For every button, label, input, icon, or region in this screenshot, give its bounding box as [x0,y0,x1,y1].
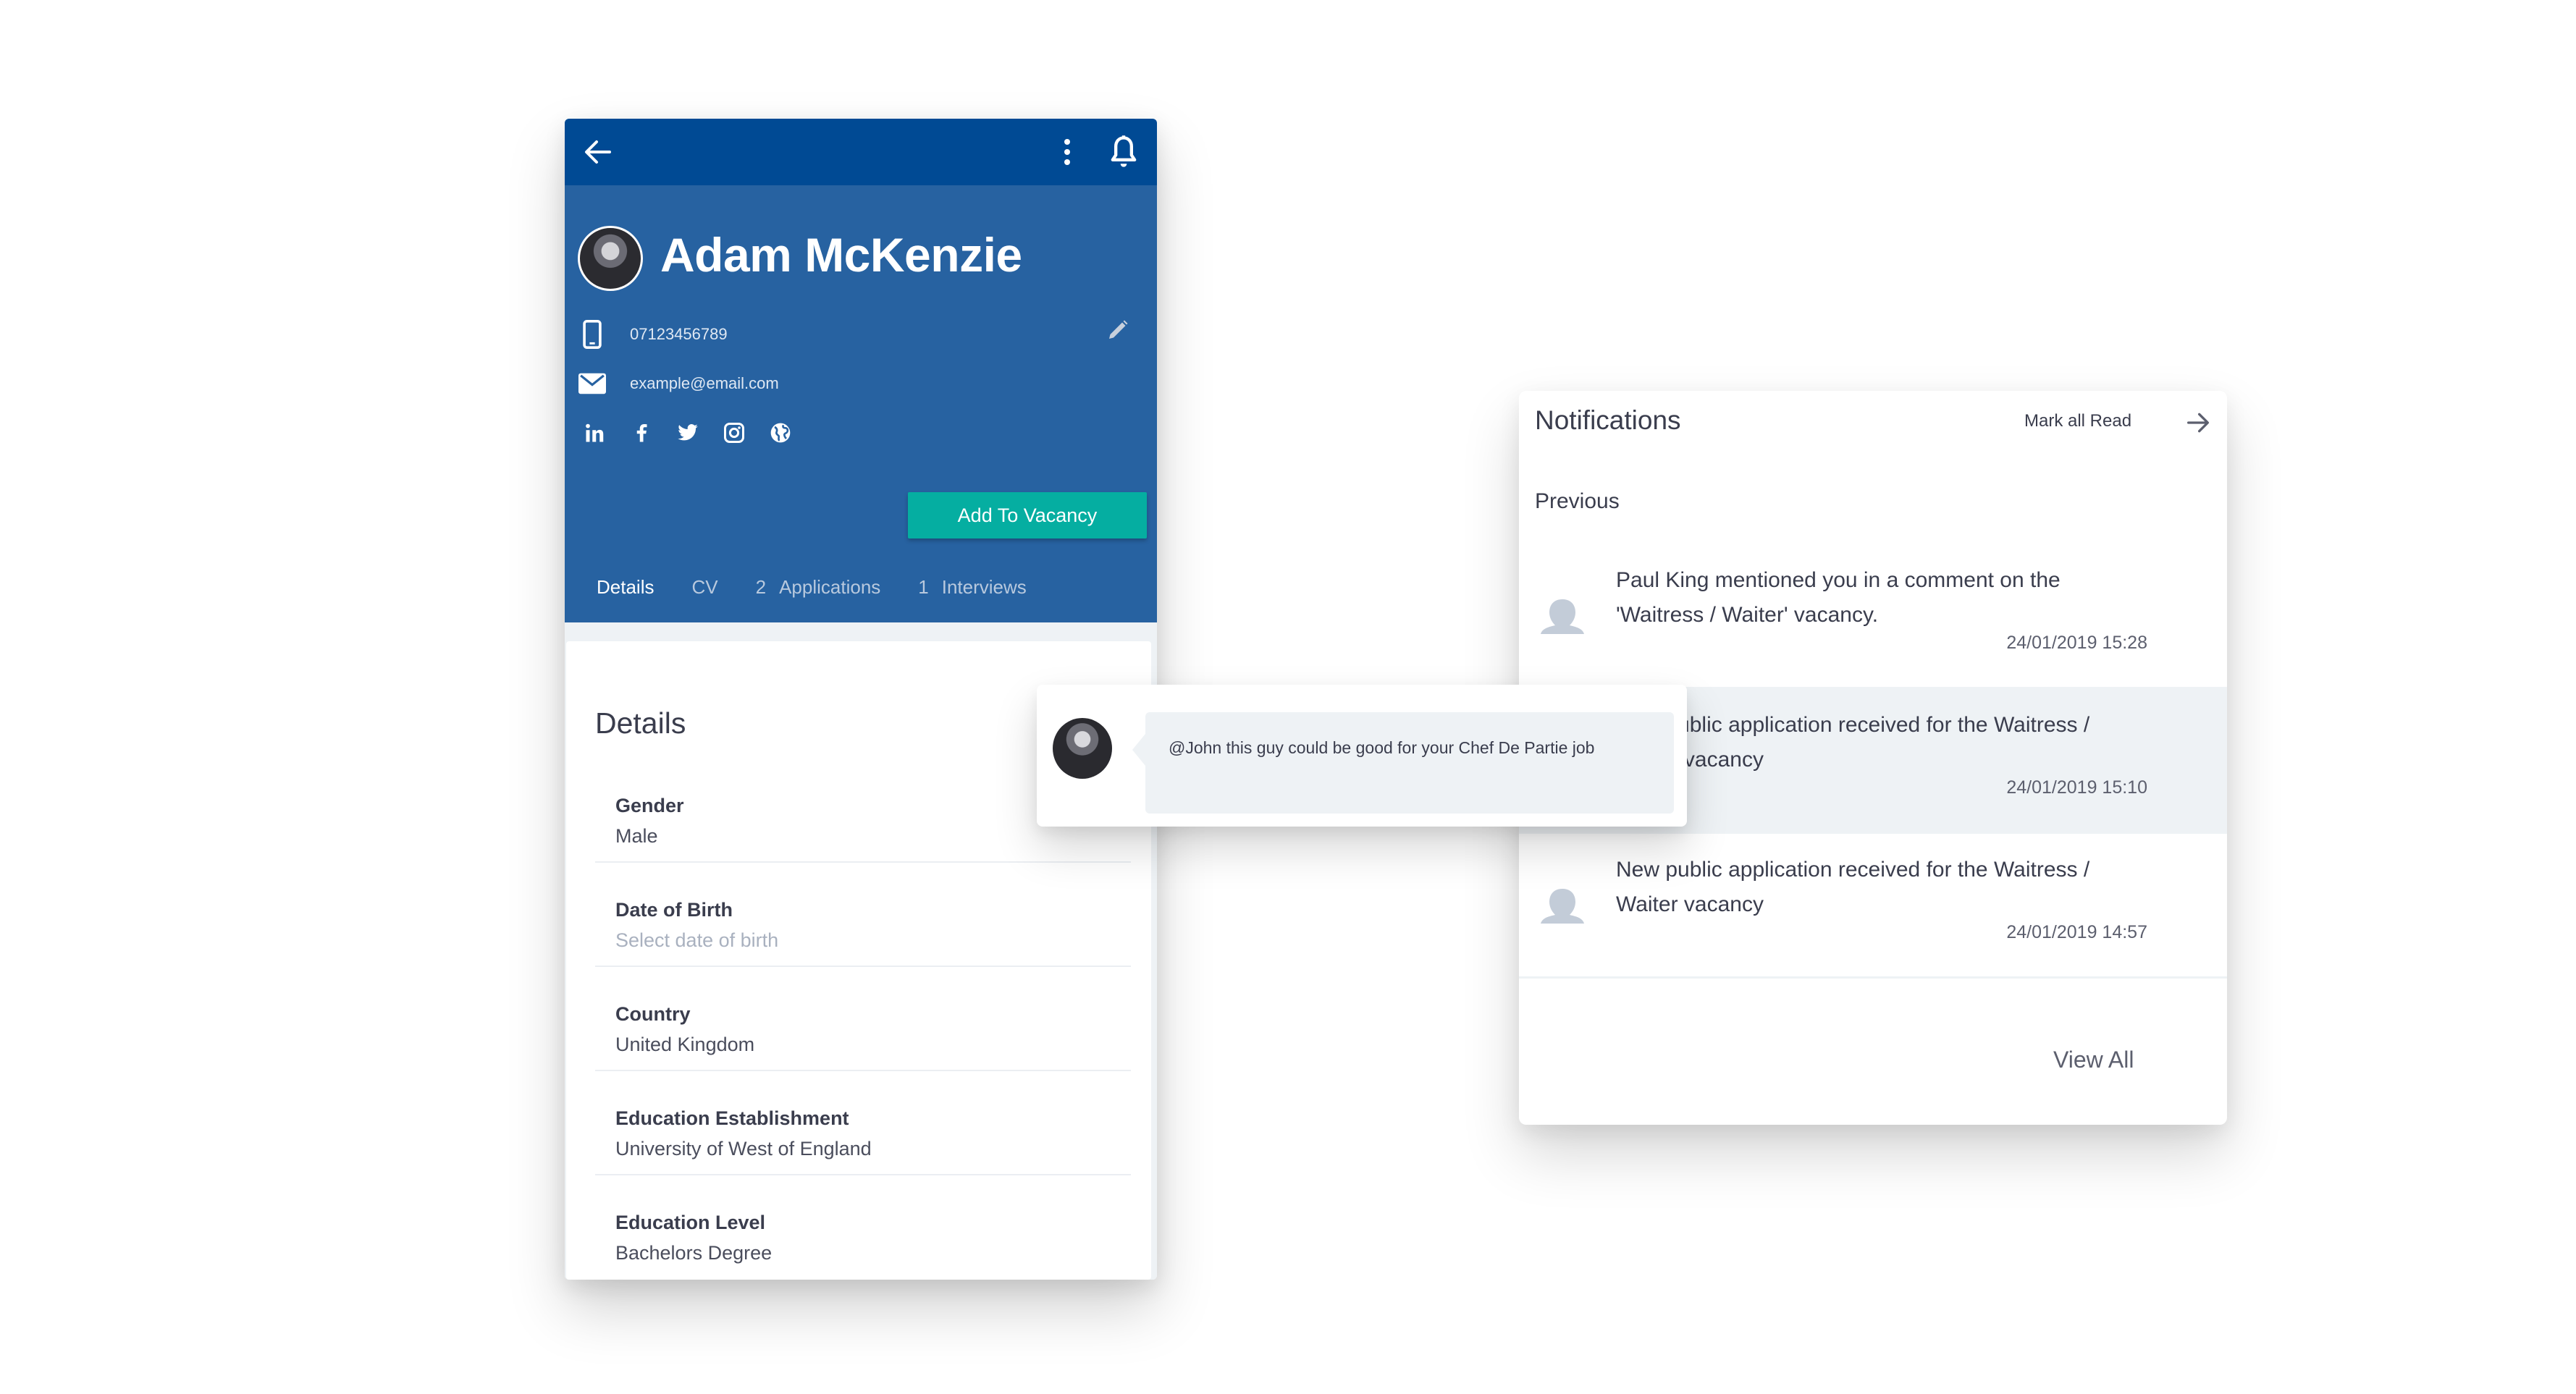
comment-popup: @John this guy could be good for your Ch… [1037,685,1687,827]
app-bar [565,119,1157,185]
user-placeholder-icon [1541,599,1584,634]
comment-text: @John this guy could be good for your Ch… [1169,738,1595,757]
tab-count: 2 [755,576,767,598]
mark-all-read-button[interactable]: Mark all Read [2024,411,2131,431]
field-education-establishment[interactable]: Education Establishment University of We… [595,1071,1131,1175]
envelope-icon [578,369,607,398]
view-all-button[interactable]: View All [2053,1047,2134,1073]
field-value: University of West of England [615,1138,872,1159]
field-label: Gender [615,795,684,816]
tab-details[interactable]: Details [597,576,654,599]
mobile-phone-icon [578,320,607,349]
globe-icon[interactable] [766,418,795,447]
profile-header: Adam McKenzie 07123456789 example@email.… [565,185,1157,622]
tab-label: Applications [779,576,881,598]
tab-label: Details [597,576,654,598]
notification-text: New public application received for the … [1616,858,2090,916]
linkedin-icon[interactable] [581,418,610,447]
field-label: Education Establishment [615,1107,849,1129]
tab-label: Interviews [941,576,1027,598]
phone-number[interactable]: 07123456789 [630,325,728,344]
comment-bubble: @John this guy could be good for your Ch… [1132,712,1674,814]
notification-text: Paul King mentioned you in a comment on … [1616,568,2061,627]
twitter-icon[interactable] [673,418,702,447]
tab-cv[interactable]: CV [691,576,717,599]
field-label: Date of Birth [615,899,733,921]
field-country[interactable]: Country United Kingdom [595,967,1131,1071]
field-value-placeholder: Select date of birth [615,929,779,951]
candidate-name: Adam McKenzie [660,228,1022,282]
field-education-level[interactable]: Education Level Bachelors Degree [595,1175,1131,1280]
field-value: United Kingdom [615,1034,755,1055]
notification-time: 24/01/2019 15:10 [2006,777,2147,798]
instagram-icon[interactable] [720,418,749,447]
arrow-left-icon[interactable] [581,135,615,169]
notification-time: 24/01/2019 14:57 [2006,922,2147,942]
bell-icon[interactable] [1105,133,1142,171]
facebook-icon[interactable] [627,418,656,447]
arrow-right-icon[interactable] [2184,408,2213,437]
tab-interviews[interactable]: 1 Interviews [918,576,1027,599]
add-to-vacancy-button[interactable]: Add To Vacancy [908,492,1147,538]
section-previous: Previous [1535,489,1620,513]
user-placeholder-icon [1541,889,1584,924]
social-links [581,418,795,447]
email-row: example@email.com [578,369,779,398]
tab-count: 1 [918,576,929,598]
candidate-avatar [578,226,643,291]
notification-time: 24/01/2019 15:28 [2006,633,2147,653]
details-heading: Details [595,706,686,740]
field-date-of-birth[interactable]: Date of Birth Select date of birth [595,863,1131,967]
field-label: Education Level [615,1212,766,1233]
tab-label: CV [691,576,718,598]
profile-tabs: Details CV 2 Applications 1 Interviews [597,576,1064,599]
pencil-icon[interactable] [1105,317,1131,343]
field-value: Male [615,825,658,847]
email-address[interactable]: example@email.com [630,374,779,393]
field-label: Country [615,1003,691,1025]
field-value: Bachelors Degree [615,1242,773,1264]
notifications-title: Notifications [1535,405,1681,435]
commenter-avatar [1053,718,1112,779]
notification-text: New public application received for the … [1616,713,2090,772]
notification-item[interactable]: New public application received for the … [1519,834,2227,979]
more-vertical-icon[interactable] [1050,135,1085,169]
tab-applications[interactable]: 2 Applications [756,576,881,599]
notification-item[interactable]: Paul King mentioned you in a comment on … [1519,544,2227,689]
phone-row: 07123456789 [578,320,728,349]
